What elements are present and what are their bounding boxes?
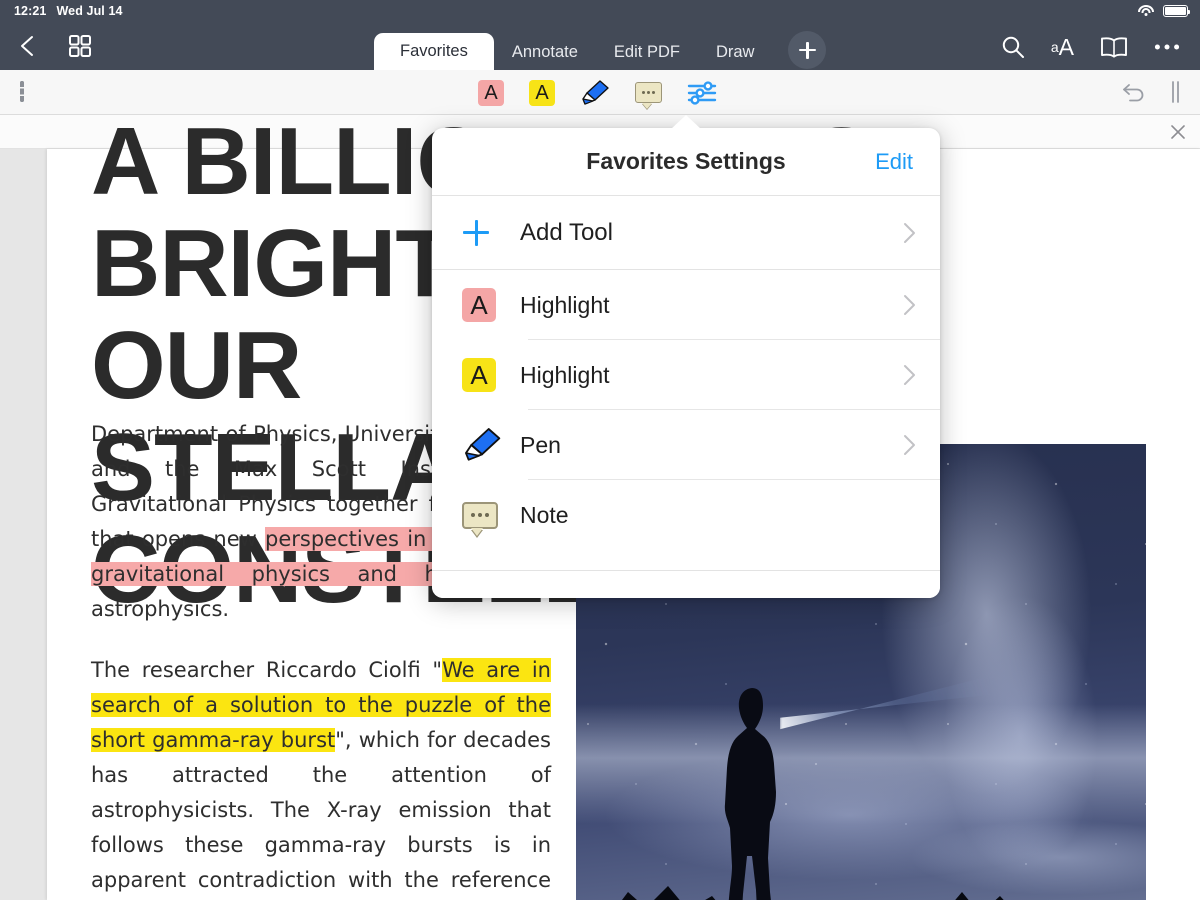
wifi-icon: [1138, 5, 1154, 17]
highlight-yellow-icon: A: [462, 358, 520, 392]
tool-label: Highlight: [520, 361, 610, 388]
annotation-toolbar: A A: [0, 70, 1200, 115]
tool-row-pen[interactable]: Pen: [432, 410, 940, 480]
tab-bar: Favorites Annotate Edit PDF Draw: [374, 31, 827, 70]
run: The researcher Riccardo Ciolfi ": [91, 658, 443, 682]
note-tool[interactable]: [635, 82, 662, 103]
battery-full-icon: [1163, 5, 1191, 17]
tool-label: Pen: [520, 431, 561, 458]
highlight-yellow-tool[interactable]: A: [529, 79, 555, 106]
tool-row-note[interactable]: Note: [432, 480, 940, 550]
close-icon[interactable]: [1168, 122, 1188, 142]
tool-label: Note: [520, 501, 569, 528]
tab-label: Favorites: [400, 42, 468, 60]
tab-label: Draw: [715, 42, 755, 61]
chevron-left-icon[interactable]: [18, 33, 38, 59]
chevron-right-icon: [902, 220, 918, 246]
status-bar-left: 12:21 Wed Jul 14: [0, 4, 123, 18]
tool-glyph: A: [470, 290, 488, 320]
nav-bar-right: aA: [1001, 35, 1200, 70]
edit-button[interactable]: Edit: [875, 149, 913, 175]
tab-draw[interactable]: Draw: [698, 34, 773, 70]
text-size-label: a: [1050, 39, 1059, 55]
text-size-label-big: A: [1058, 33, 1074, 60]
chevron-right-icon: [902, 432, 918, 458]
popover-arrow: [671, 115, 701, 129]
tab-annotate[interactable]: Annotate: [494, 34, 596, 70]
undo-icon[interactable]: [1122, 81, 1148, 103]
pause-bars-icon[interactable]: [1170, 81, 1180, 103]
tab-favorites[interactable]: Favorites: [374, 33, 494, 70]
tool-label: Highlight: [520, 291, 610, 318]
selection-rectangle-icon[interactable]: [20, 81, 24, 102]
tab-label: Edit PDF: [613, 42, 680, 61]
run: astrophysics.: [91, 597, 230, 621]
run: ", which for decades has attracted the a…: [91, 728, 551, 892]
nav-bar: Favorites Annotate Edit PDF Draw aA: [0, 22, 1200, 70]
status-time: 12:21: [14, 4, 47, 18]
paragraph-2: The researcher Riccardo Ciolfi "We are i…: [91, 653, 551, 900]
plus-icon: [462, 219, 520, 247]
nav-bar-left: [0, 33, 92, 70]
toolbar-tools: A A: [478, 70, 717, 115]
search-icon[interactable]: [1001, 35, 1025, 59]
tool-row-highlight-pink[interactable]: A Highlight: [432, 270, 940, 340]
popover-title: Favorites Settings: [586, 148, 786, 174]
rock-ridge-silhouette: [594, 886, 1004, 900]
app-root: 12:21 Wed Jul 14 Favorites Annotate Edit…: [0, 0, 1200, 900]
popover-header: Favorites Settings Edit: [432, 128, 940, 196]
grid-view-icon[interactable]: [68, 34, 92, 58]
highlight-pink-icon: A: [462, 288, 520, 322]
favorites-settings-popover: Favorites Settings Edit Add Tool A Highl…: [432, 128, 940, 598]
status-bar-right: [1138, 5, 1200, 17]
tool-glyph: A: [535, 81, 549, 104]
pen-icon: [462, 426, 520, 464]
chevron-right-icon: [902, 292, 918, 318]
popover-footer: [432, 570, 940, 598]
add-tab-button[interactable]: [788, 31, 827, 69]
add-tool-label: Add Tool: [520, 218, 613, 246]
toolbar-left: [0, 81, 24, 102]
text-size-icon[interactable]: aA: [1050, 33, 1074, 60]
status-date: Wed Jul 14: [56, 4, 123, 18]
tool-glyph: A: [484, 81, 498, 104]
highlight-pink-tool[interactable]: A: [478, 79, 504, 106]
toolbar-right: [1122, 81, 1200, 103]
ellipsis-icon[interactable]: [1154, 43, 1180, 51]
tab-edit-pdf[interactable]: Edit PDF: [596, 34, 698, 70]
tool-row-highlight-yellow[interactable]: A Highlight: [432, 340, 940, 410]
tool-glyph: A: [470, 360, 488, 390]
note-icon: [462, 501, 520, 529]
chevron-right-icon: [902, 362, 918, 388]
tab-label: Annotate: [511, 42, 578, 61]
add-tool-row[interactable]: Add Tool: [432, 196, 940, 270]
status-bar: 12:21 Wed Jul 14: [0, 0, 1200, 22]
book-icon[interactable]: [1100, 36, 1128, 58]
favorites-settings-tool[interactable]: [687, 80, 717, 106]
pen-tool[interactable]: [580, 79, 610, 107]
